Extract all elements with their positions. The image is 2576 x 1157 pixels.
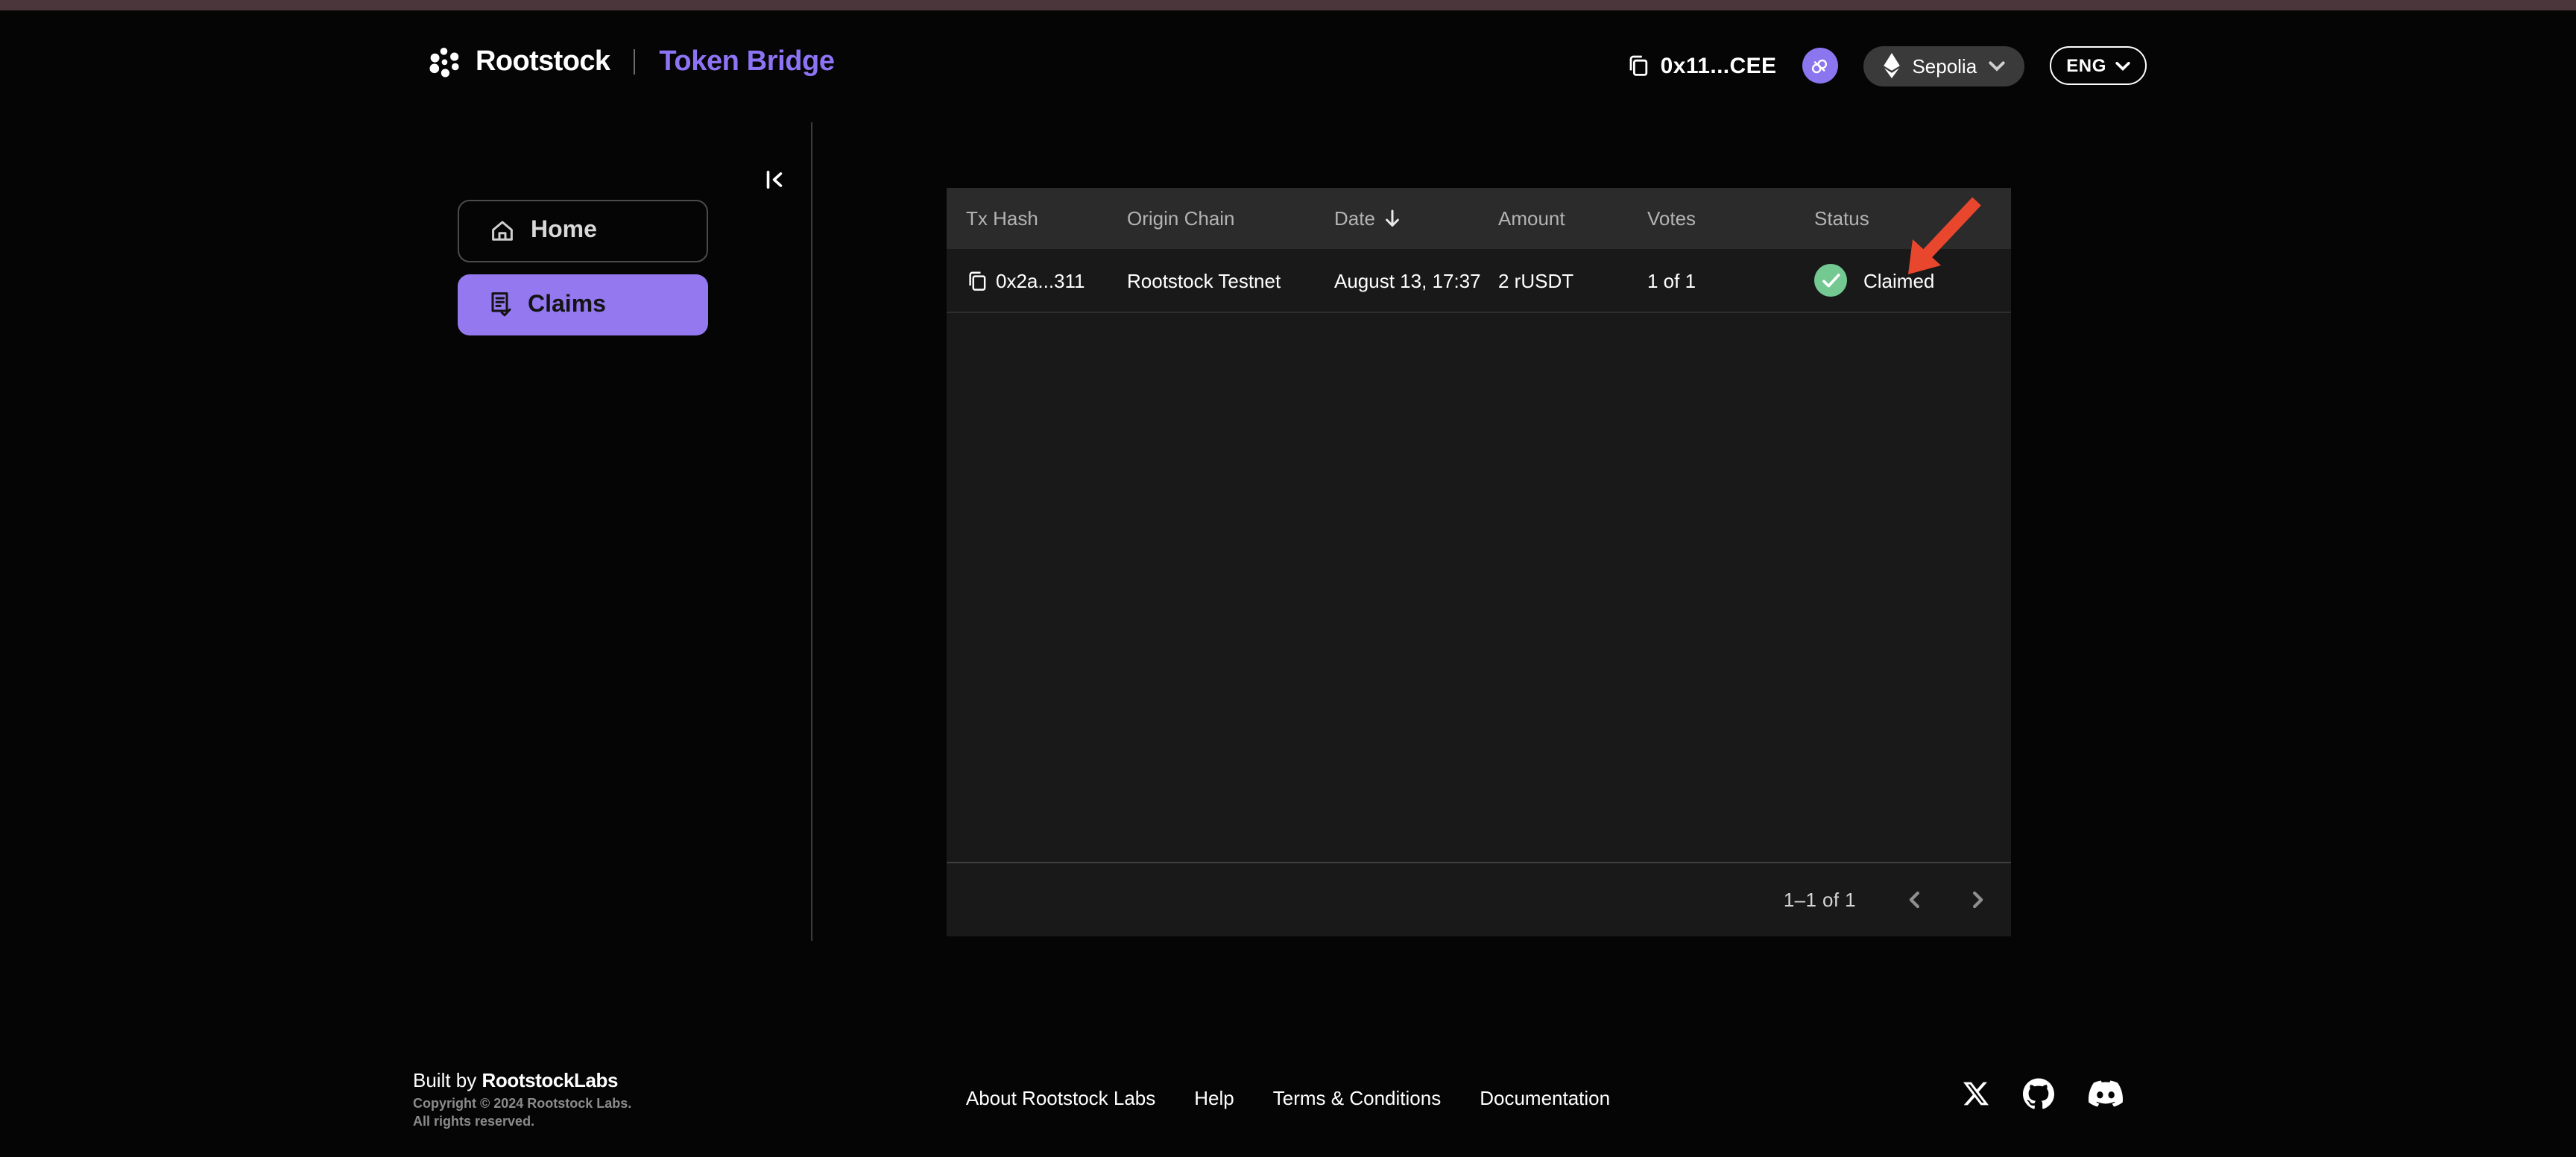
column-header-votes[interactable]: Votes (1647, 207, 1814, 230)
sidebar-item-label: Home (531, 218, 597, 243)
pagination-range-label: 1–1 of 1 (1783, 889, 1856, 911)
sidebar-collapse-button[interactable] (759, 164, 789, 194)
language-label: ENG (2066, 55, 2106, 76)
tx-hash-value: 0x2a...311 (996, 269, 1085, 291)
disconnect-wallet-button[interactable] (1802, 48, 1838, 83)
column-header-tx-hash[interactable]: Tx Hash (966, 207, 1127, 230)
sort-desc-arrow-icon[interactable] (1384, 209, 1402, 228)
language-selector[interactable]: ENG (2050, 46, 2147, 85)
table-row[interactable]: 0x2a...311 Rootstock Testnet August 13, … (947, 249, 2011, 313)
pagination-next-button[interactable] (1960, 883, 1993, 916)
chevron-down-icon (1989, 60, 2005, 71)
pagination-prev-button[interactable] (1898, 883, 1931, 916)
rootstock-logo-icon (428, 45, 462, 79)
column-header-amount[interactable]: Amount (1498, 207, 1647, 230)
collapse-panel-icon (761, 166, 786, 192)
brand-name: Rootstock (476, 45, 610, 77)
date-cell: August 13, 17:37 (1334, 269, 1481, 291)
app-title: Token Bridge (659, 45, 835, 77)
votes-cell: 1 of 1 (1647, 269, 1696, 291)
sidebar-item-label: Claims (528, 291, 606, 317)
token-bridge-app: Rootstock Token Bridge 0x11...CEE Sepoli… (0, 0, 2576, 1157)
copy-icon[interactable] (966, 269, 988, 291)
claims-doc-check-icon (487, 291, 513, 319)
network-selector[interactable]: Sepolia (1863, 45, 2025, 86)
copyright-line2: All rights reserved. (413, 1113, 535, 1129)
link-slash-icon (1808, 54, 1831, 77)
column-header-status[interactable]: Status (1814, 207, 2011, 230)
app-logo[interactable]: Rootstock Token Bridge (428, 45, 835, 79)
home-icon (489, 218, 516, 245)
table-header-row: Tx Hash Origin Chain Date Amount Votes S… (947, 188, 2011, 249)
tx-hash-cell[interactable]: 0x2a...311 (966, 269, 1127, 291)
column-header-origin-chain[interactable]: Origin Chain (1127, 207, 1334, 230)
header-actions: 0x11...CEE Sepolia ENG (1626, 36, 2147, 95)
sidebar-item-home[interactable]: Home (458, 200, 708, 262)
footer-link-help[interactable]: Help (1194, 1087, 1234, 1109)
amount-cell: 2 rUSDT (1498, 269, 1574, 291)
wallet-address: 0x11...CEE (1660, 53, 1777, 78)
sidebar-item-claims[interactable]: Claims (458, 274, 708, 335)
footer-links: About Rootstock Labs Help Terms & Condit… (0, 1087, 2576, 1109)
footer-link-about[interactable]: About Rootstock Labs (966, 1087, 1155, 1109)
status-cell: Claimed (1814, 264, 2011, 297)
x-twitter-icon[interactable] (1963, 1081, 1989, 1106)
status-label: Claimed (1863, 269, 1935, 291)
github-icon[interactable] (2023, 1078, 2054, 1109)
column-header-date[interactable]: Date (1334, 207, 1498, 230)
wallet-address-button[interactable]: 0x11...CEE (1626, 53, 1777, 78)
chevron-down-icon (2115, 60, 2130, 71)
ethereum-icon (1882, 52, 1900, 79)
table-empty-space (947, 313, 2011, 862)
footer-link-terms[interactable]: Terms & Conditions (1273, 1087, 1441, 1109)
footer-social (1963, 1076, 2123, 1111)
check-icon (1821, 272, 1840, 289)
logo-divider (634, 49, 636, 75)
claims-table: Tx Hash Origin Chain Date Amount Votes S… (947, 188, 2011, 936)
network-label: Sepolia (1912, 54, 1977, 77)
sidebar-divider (811, 122, 812, 941)
table-pagination: 1–1 of 1 (947, 862, 2011, 936)
discord-icon[interactable] (2089, 1076, 2123, 1111)
browser-top-strip (0, 0, 2576, 10)
status-claimed-badge (1814, 264, 1847, 297)
copy-icon[interactable] (1626, 54, 1650, 78)
origin-chain-cell: Rootstock Testnet (1127, 269, 1281, 291)
column-header-date-label: Date (1334, 207, 1375, 230)
footer-link-documentation[interactable]: Documentation (1480, 1087, 1610, 1109)
